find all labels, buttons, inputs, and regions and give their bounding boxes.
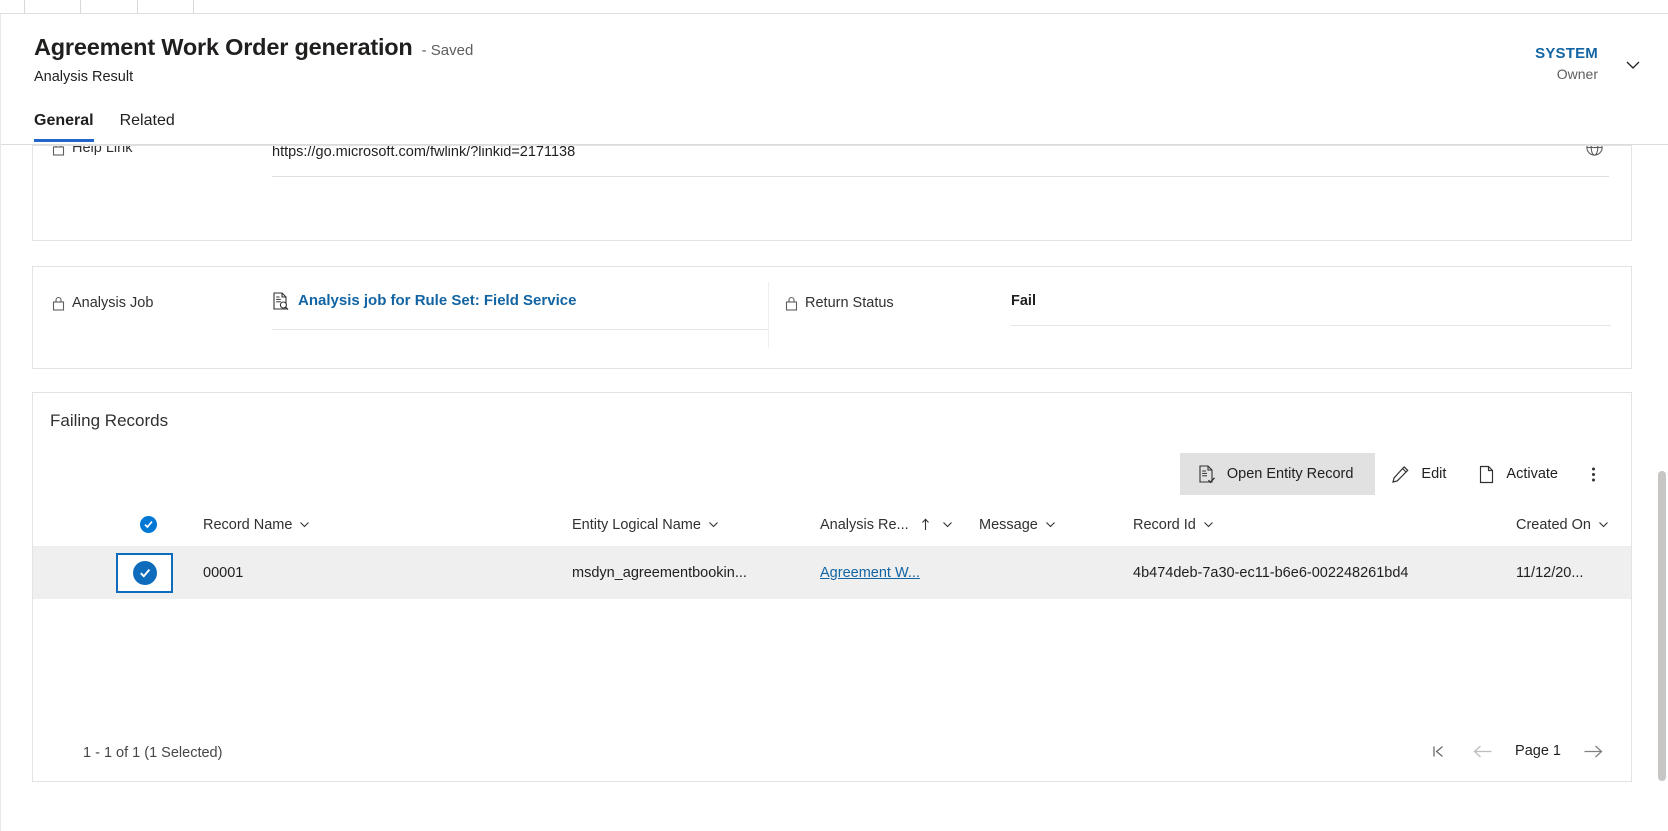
edit-label: Edit (1421, 466, 1447, 482)
tab-seam (80, 0, 81, 14)
chevron-down-icon (1203, 519, 1214, 530)
analysis-job-value-container: Analysis job for Rule Set: Field Service (272, 291, 768, 330)
analysis-job-label-group: Analysis Job (52, 295, 153, 311)
form-body: Help Link https://go.microsoft.com/fwlin… (1, 144, 1668, 831)
open-entity-record-label: Open Entity Record (1226, 466, 1354, 482)
open-entity-record-icon (1198, 464, 1216, 484)
open-entity-record-button[interactable]: Open Entity Record (1179, 453, 1376, 495)
record-count-label: 1 - 1 of 1 (1 Selected) (83, 745, 223, 761)
app-frame: Agreement Work Order generation - Saved … (0, 14, 1668, 831)
chevron-down-icon (1045, 519, 1056, 530)
page-icon (1478, 465, 1495, 484)
cell-analysis-result: Agreement W... (820, 547, 920, 599)
activate-button[interactable]: Activate (1462, 453, 1574, 495)
return-status-value: Fail (1011, 293, 1036, 309)
edit-button[interactable]: Edit (1375, 453, 1462, 495)
tab-seam (193, 0, 194, 14)
row-select-checkbox[interactable] (116, 547, 173, 599)
column-header-message-label: Message (979, 516, 1038, 533)
tab-related[interactable]: Related (120, 110, 175, 142)
help-link-value[interactable]: https://go.microsoft.com/fwlink/?linkid=… (272, 146, 1609, 163)
help-link-label-group: Help Link (52, 145, 133, 156)
title-line: Agreement Work Order generation - Saved (34, 32, 473, 62)
tab-seam (24, 0, 25, 14)
first-page-button[interactable] (1427, 737, 1451, 765)
more-commands-button[interactable] (1574, 453, 1612, 495)
checkmark-circle-icon (132, 561, 157, 585)
form-tab-list: General Related (34, 110, 175, 142)
return-status-label-group: Return Status (785, 295, 894, 311)
cell-entity-logical-name: msdyn_agreementbookin... (572, 565, 747, 581)
help-link-value-container[interactable]: https://go.microsoft.com/fwlink/?linkid=… (272, 146, 1609, 177)
chevron-down-icon (299, 519, 310, 530)
help-link-row: Help Link https://go.microsoft.com/fwlin… (33, 145, 1631, 184)
column-header-record-id-label: Record Id (1133, 516, 1196, 533)
lock-icon (52, 146, 65, 156)
tab-seam (137, 0, 138, 14)
sort-ascending-icon (921, 518, 930, 531)
column-header-analysis-result[interactable]: Analysis Re... (820, 503, 953, 546)
pencil-icon (1391, 465, 1410, 484)
checkmark-circle-icon (140, 516, 157, 533)
document-search-icon (272, 292, 289, 310)
owner-header-field[interactable]: SYSTEM Owner (1535, 44, 1646, 84)
row-select-focus-frame (116, 553, 173, 593)
select-all-checkbox[interactable] (140, 503, 157, 546)
browser-tab-strip (0, 0, 1668, 14)
column-header-record-name-label: Record Name (203, 516, 293, 533)
cell-created-on: 11/12/20... (1516, 565, 1584, 581)
globe-icon[interactable] (1585, 146, 1604, 157)
analysis-result-link[interactable]: Agreement W... (820, 565, 920, 581)
entity-name-label: Analysis Result (34, 69, 134, 85)
chevron-down-icon[interactable] (1620, 52, 1646, 78)
form-header: Agreement Work Order generation - Saved … (1, 14, 1668, 144)
cell-record-id: 4b474deb-7a30-ec11-b6e6-002248261bd4 (1133, 565, 1409, 581)
grid-footer: 1 - 1 of 1 (1 Selected) Page 1 (33, 725, 1631, 781)
owner-name-link[interactable]: SYSTEM (1535, 44, 1598, 63)
column-header-created-on[interactable]: Created On (1516, 503, 1609, 546)
subgrid-title: Failing Records (50, 411, 169, 430)
analysis-job-section: Analysis Job Analysis job for Rule Set: … (32, 266, 1632, 369)
grid-header-row: Record Name Entity Logical Name Analysis… (33, 503, 1631, 547)
help-link-section: Help Link https://go.microsoft.com/fwlin… (32, 145, 1632, 241)
cell-record-name: 00001 (203, 565, 244, 581)
column-header-message[interactable]: Message (979, 503, 1056, 546)
page-number-label: Page 1 (1515, 743, 1561, 759)
lock-icon (785, 296, 798, 311)
help-link-label: Help Link (72, 145, 133, 156)
chevron-down-icon (1598, 519, 1609, 530)
analysis-job-lookup-link[interactable]: Analysis job for Rule Set: Field Service (272, 291, 576, 311)
owner-role-label: Owner (1556, 66, 1598, 82)
next-page-button[interactable] (1581, 737, 1605, 765)
failing-records-subgrid: Failing Records Open Entity Record Edit (32, 392, 1632, 782)
analysis-job-label: Analysis Job (72, 295, 154, 311)
page-title: Agreement Work Order generation (34, 34, 413, 60)
column-header-entity-logical-name[interactable]: Entity Logical Name (572, 503, 719, 546)
column-header-created-on-label: Created On (1516, 516, 1591, 533)
subgrid-command-bar: Open Entity Record Edit Activate (1179, 453, 1612, 495)
activate-label: Activate (1506, 466, 1558, 482)
lock-icon (52, 296, 65, 311)
table-row[interactable]: 00001 msdyn_agreementbookin... Agreement… (33, 547, 1631, 599)
owner-block: SYSTEM Owner (1535, 44, 1598, 84)
column-header-entity-logical-name-label: Entity Logical Name (572, 516, 701, 533)
return-status-value-container: Fail (1011, 291, 1611, 326)
previous-page-button[interactable] (1471, 737, 1495, 765)
save-status: - Saved (421, 42, 474, 59)
record-identity: Agreement Work Order generation - Saved … (34, 32, 473, 87)
column-header-record-name[interactable]: Record Name (203, 503, 310, 546)
tab-general[interactable]: General (34, 110, 94, 142)
pagination-controls: Page 1 (1427, 737, 1605, 765)
column-header-analysis-result-label: Analysis Re... (820, 516, 909, 533)
scrollbar-thumb[interactable] (1658, 471, 1666, 781)
vertical-scrollbar[interactable] (1656, 289, 1668, 831)
analysis-job-link-text: Analysis job for Rule Set: Field Service (298, 292, 577, 309)
return-status-label: Return Status (805, 295, 894, 311)
column-header-record-id[interactable]: Record Id (1133, 503, 1214, 546)
chevron-down-icon (708, 519, 719, 530)
chevron-down-icon (942, 519, 953, 530)
